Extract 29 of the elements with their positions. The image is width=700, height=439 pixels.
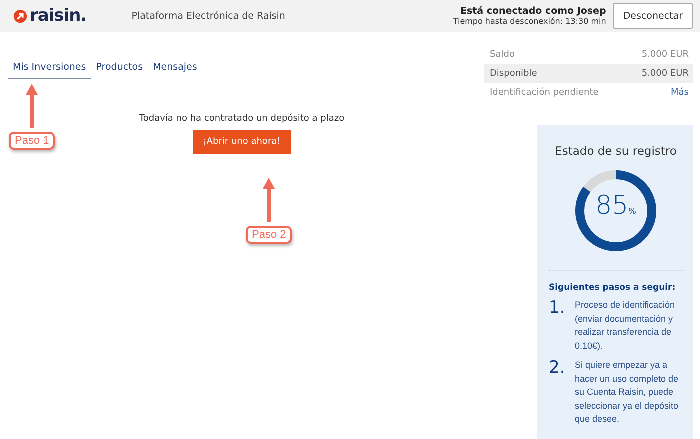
more-link[interactable]: Más (671, 88, 689, 98)
platform-title: Plataforma Electrónica de Raisin (132, 10, 286, 22)
nav-tab[interactable]: Productos (91, 62, 148, 79)
percent-sign: % (628, 207, 636, 216)
empty-message: Todavía no ha contratado un depósito a plazo (139, 114, 345, 124)
arrow-icon (262, 176, 276, 222)
step-number: 1. (549, 299, 566, 320)
step-text: Proceso de identificación (enviar documentación y realizar transferencia de 0,10€). (575, 299, 676, 353)
steps-title: Siguientes pasos a seguir: (549, 283, 676, 293)
balance-label: Identificación pendiente (490, 88, 599, 98)
nav-tab[interactable]: Mis Inversiones (8, 62, 92, 79)
step-text: Si quiere empezar ya a hacer un uso completo de su Cuenta Raisin, puede seleccionar ya el depósito que desee. (575, 359, 680, 426)
nav-tab[interactable]: Mensajes (148, 62, 202, 79)
logout-button[interactable]: Desconectar (613, 3, 693, 29)
step-number: 2. (549, 359, 566, 380)
balance-amount: 5.000 EUR (642, 50, 689, 60)
balance-label: Disponible (490, 68, 538, 78)
arrow-icon (25, 82, 40, 128)
open-deposit-button[interactable]: ¡Abrir uno ahora! (193, 130, 291, 154)
session-timeout: Tiempo hasta desconexión: 13:30 min (453, 17, 606, 26)
annotation-label: Paso 1 (9, 132, 56, 150)
annotation-label: Paso 2 (246, 226, 292, 244)
user-status: Está conectado como Josep (460, 6, 606, 17)
logo-text: raisin. (30, 6, 87, 26)
progress-percent: 85 (596, 193, 629, 219)
logo-icon (13, 8, 28, 24)
card-title: Estado de su registro (555, 144, 677, 158)
balance-amount: 5.000 EUR (642, 68, 689, 78)
balance-label: Saldo (490, 50, 515, 60)
